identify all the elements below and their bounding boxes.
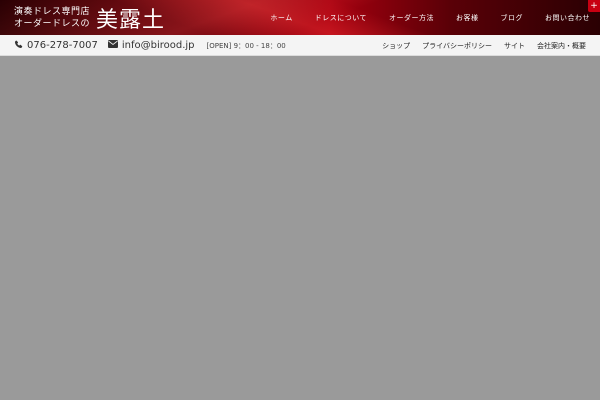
sub-nav: ショップ プライバシーポリシー サイト 会社案内・概要: [382, 35, 586, 56]
nav-item-blog[interactable]: ブログ: [501, 13, 524, 23]
subnav-item-company[interactable]: 会社案内・概要: [537, 41, 586, 51]
logo-tagline: 演奏ドレス専門店 オーダードレスの: [14, 6, 90, 30]
expand-button[interactable]: +: [588, 0, 600, 12]
nav-item-customers[interactable]: お客様: [456, 13, 479, 23]
nav-item-about-dress[interactable]: ドレスについて: [315, 13, 367, 23]
nav-item-home[interactable]: ホーム: [270, 13, 292, 23]
site-logo[interactable]: 演奏ドレス専門店 オーダードレスの 美露土: [14, 4, 166, 33]
subnav-item-sitemap[interactable]: サイト: [504, 41, 525, 51]
envelope-icon: [107, 40, 118, 51]
contact-bar: 076-278-7007 info@birood.jp [OPEN] 9：00 …: [0, 35, 600, 56]
subnav-item-shop[interactable]: ショップ: [382, 41, 410, 51]
nav-item-contact[interactable]: お問い合わせ: [545, 13, 590, 23]
email-contact[interactable]: info@birood.jp: [107, 40, 195, 51]
subnav-item-privacy[interactable]: プライバシーポリシー: [422, 41, 492, 51]
phone-contact[interactable]: 076-278-7007: [14, 40, 98, 52]
phone-icon: [14, 40, 23, 52]
main-nav: ホーム ドレスについて オーダー方法 お客様 ブログ お問い合わせ: [270, 0, 590, 35]
logo-tagline-line2: オーダードレスの: [14, 19, 91, 29]
site-header: 演奏ドレス専門店 オーダードレスの 美露土 ホーム ドレスについて オーダー方法…: [0, 0, 600, 35]
email-address: info@birood.jp: [121, 40, 195, 51]
phone-number: 076-278-7007: [27, 40, 98, 51]
main-content-area: [0, 56, 600, 400]
logo-tagline-line1: 演奏ドレス専門店: [14, 7, 91, 17]
logo-brand-name: 美露土: [96, 8, 166, 33]
opening-hours: [OPEN] 9：00 - 18：00: [206, 41, 286, 50]
contact-info: 076-278-7007 info@birood.jp [OPEN] 9：00 …: [14, 35, 286, 56]
nav-item-order[interactable]: オーダー方法: [389, 13, 434, 23]
